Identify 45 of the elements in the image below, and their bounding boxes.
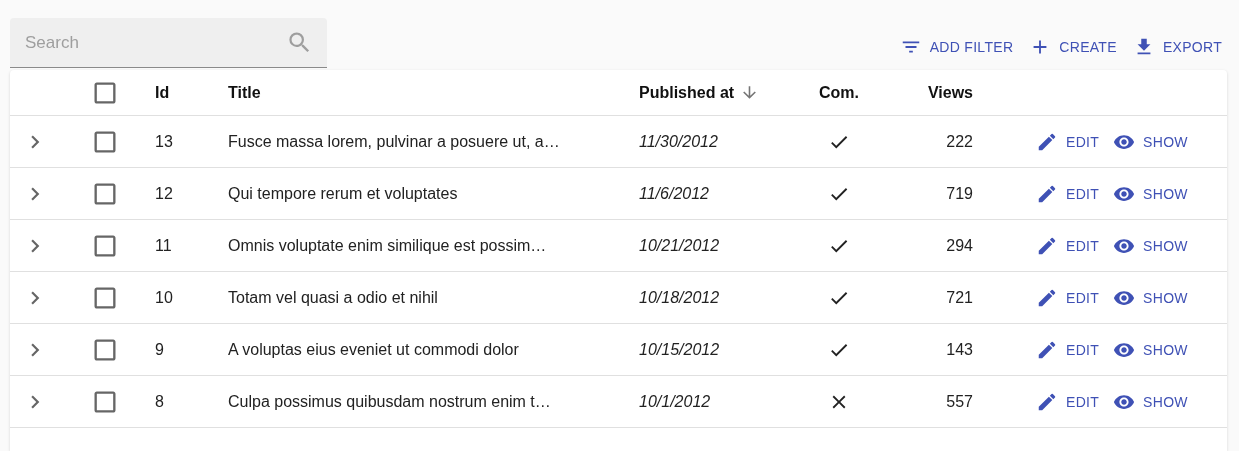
table-cell: 13 <box>155 132 173 151</box>
table-cell: A voluptas eius eveniet ut commodi dolor <box>228 340 519 359</box>
column-header[interactable]: Id <box>155 83 170 102</box>
edit-button[interactable]: EDIT <box>1031 178 1105 209</box>
show-button[interactable]: SHOW <box>1108 386 1193 417</box>
table-cell: 10/1/2012 <box>639 392 711 411</box>
show-button[interactable]: SHOW <box>1108 126 1193 157</box>
table-cell: Fusce massa lorem, pulvinar a posuere ut, a… <box>228 132 560 151</box>
table-cell: 8 <box>155 392 164 411</box>
show-button[interactable]: SHOW <box>1108 230 1193 261</box>
table-cell: 294 <box>946 236 973 255</box>
table-cell: 10/18/2012 <box>639 288 720 307</box>
table-cell: Totam vel quasi a odio et nihil <box>228 288 438 307</box>
edit-button[interactable]: EDIT <box>1031 334 1105 365</box>
table-cell: 11 <box>155 236 172 255</box>
filter-button[interactable]: ADD FILTER <box>894 32 1019 62</box>
table-cell: Omnis voluptate enim similique est possim… <box>228 236 547 255</box>
export-button[interactable]: EXPORT <box>1127 32 1227 62</box>
show-button[interactable]: SHOW <box>1108 178 1193 209</box>
table-cell: 10/15/2012 <box>639 340 720 359</box>
create-button[interactable]: CREATE <box>1024 32 1122 62</box>
edit-button[interactable]: EDIT <box>1031 126 1105 157</box>
table-cell: 222 <box>946 132 973 151</box>
table-cell: 557 <box>946 392 973 411</box>
edit-button[interactable]: EDIT <box>1031 230 1105 261</box>
table-cell: 721 <box>946 288 973 307</box>
table-cell: 9 <box>155 340 164 359</box>
table-cell: Qui tempore rerum et voluptates <box>228 184 458 203</box>
table-cell: 10 <box>155 288 173 307</box>
edit-button[interactable]: EDIT <box>1031 386 1105 417</box>
edit-button[interactable]: EDIT <box>1031 282 1105 313</box>
table-cell: 11/6/2012 <box>639 184 709 203</box>
table-cell: 719 <box>946 184 973 203</box>
column-header[interactable]: Title <box>228 83 261 102</box>
table-cell: 10/21/2012 <box>639 236 720 255</box>
show-button[interactable]: SHOW <box>1108 334 1193 365</box>
table-cell: 11/30/2012 <box>639 132 718 151</box>
table-cell: Culpa possimus quibusdam nostrum enim t… <box>228 392 551 411</box>
search-field[interactable]: Search <box>10 18 327 68</box>
table-cell: 143 <box>946 340 973 359</box>
table-cell: 12 <box>155 184 173 203</box>
column-header[interactable]: Published at <box>639 83 760 102</box>
show-button[interactable]: SHOW <box>1108 282 1193 313</box>
column-header[interactable]: Com. <box>819 83 859 102</box>
column-header[interactable]: Views <box>927 83 973 102</box>
